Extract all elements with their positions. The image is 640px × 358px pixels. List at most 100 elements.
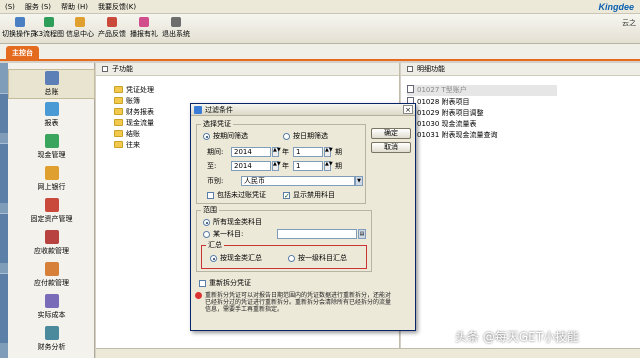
close-button[interactable]: × (403, 105, 413, 114)
detail-item-schedule-adjust[interactable]: 01029 附表项目调整 (407, 108, 484, 119)
nav-payables[interactable]: 应付款管理 (8, 261, 95, 291)
by-cash-account-radio[interactable] (210, 255, 217, 262)
cancel-button[interactable]: 取消 (371, 142, 411, 153)
dialog-title: 过滤条件 (205, 106, 233, 114)
account-field[interactable] (277, 229, 357, 239)
to-label: 至: (207, 162, 217, 170)
menu-bar: (S) 服务 (S) 帮助 (H) 我要反馈(K) Kingdee (0, 0, 640, 14)
vertical-tab[interactable] (0, 93, 8, 133)
from-period-field[interactable]: 1 (293, 147, 323, 157)
chevron-down-icon[interactable]: ▼ (355, 176, 363, 186)
switch-operator-button[interactable]: 切换操作员 (2, 16, 37, 42)
kingdee-logo: Kingdee (598, 2, 634, 12)
nav-label: 报表 (44, 119, 59, 127)
module-sidebar: 总账 报表 现金管理 网上银行 固定资产管理 应收款管理 应付款管理 实际成本 … (8, 63, 95, 358)
nav-actual-cost[interactable]: 实际成本 (8, 293, 95, 323)
all-cash-accounts-radio[interactable] (203, 219, 210, 226)
detail-item-t-account[interactable]: 01027 T型账户 (407, 85, 557, 96)
nav-fixed-assets[interactable]: 固定资产管理 (8, 197, 95, 227)
to-period-field[interactable]: 1 (293, 161, 323, 171)
nav-label: 财务分析 (37, 343, 66, 351)
tree-item-close[interactable]: 结账 (114, 129, 140, 140)
nav-general-ledger[interactable]: 总账 (8, 69, 95, 99)
tree-item-transactions[interactable]: 往来 (114, 140, 140, 151)
tree-item-voucher[interactable]: 凭证处理 (114, 85, 154, 96)
analysis-icon (44, 326, 59, 340)
menu-item-s[interactable]: (S) (0, 3, 20, 11)
exit-system-button[interactable]: 退出系统 (162, 16, 190, 42)
nav-label: 现金管理 (37, 151, 66, 159)
detail-item-cash-flow-query[interactable]: 01031 附表现金流量查询 (407, 130, 498, 141)
currency-select[interactable]: 人民币 (241, 176, 355, 186)
flowchart-icon (44, 17, 55, 27)
ledger-icon (44, 71, 59, 85)
k3-flowchart-button[interactable]: K3流程图 (34, 16, 64, 42)
nav-cash-management[interactable]: 现金管理 (8, 133, 95, 163)
report-icon (44, 102, 59, 116)
collapse-icon[interactable] (102, 66, 108, 72)
detail-item-schedule[interactable]: 01028 附表项目 (407, 97, 470, 108)
by-period-radio[interactable] (203, 133, 210, 140)
vertical-tab[interactable] (0, 273, 8, 343)
tab-main-console[interactable]: 主控台 (6, 46, 39, 61)
all-cash-accounts-label: 所有现金类科目 (213, 218, 262, 226)
product-feedback-button[interactable]: 产品反馈 (98, 16, 126, 42)
tree-label: 结账 (126, 130, 140, 138)
nav-label: 固定资产管理 (30, 215, 73, 223)
to-year-field[interactable]: 2014 (231, 161, 271, 171)
lookup-icon[interactable]: ▤ (358, 229, 366, 239)
tree-label: 凭证处理 (126, 86, 154, 94)
broadcast-gift-button[interactable]: 播报有礼 (130, 16, 158, 42)
tree-item-cash-flow[interactable]: 现金流量 (114, 118, 154, 129)
by-date-radio[interactable] (283, 133, 290, 140)
dialog-title-bar[interactable]: 过滤条件 × (191, 104, 415, 116)
summary-group: 汇总 按现金类汇总 按一级科目汇总 (201, 240, 367, 269)
by-level1-label: 按一级科目汇总 (298, 254, 347, 262)
filter-icon (194, 106, 202, 114)
by-level1-radio[interactable] (288, 255, 295, 262)
to-period-spinner[interactable]: ▲▼ (324, 161, 333, 171)
tree-item-financial-report[interactable]: 财务报表 (114, 107, 154, 118)
detail-function-header: 明细功能 (401, 63, 640, 76)
ok-button[interactable]: 确定 (371, 128, 411, 139)
reset-split-checkbox[interactable] (199, 280, 206, 287)
show-disabled-checkbox[interactable]: ✓ (283, 192, 290, 200)
user-icon (14, 17, 25, 27)
to-year-spinner[interactable]: ▲▼ (272, 161, 281, 171)
tree-item-ledger[interactable]: 账簿 (114, 96, 140, 107)
asset-icon (44, 198, 59, 212)
info-center-label: 信息中心 (66, 30, 94, 38)
from-year-spinner[interactable]: ▲▼ (272, 147, 281, 157)
menu-item-feedback[interactable]: 我要反馈(K) (93, 2, 141, 12)
include-unposted-checkbox[interactable] (207, 192, 214, 199)
folder-icon (114, 97, 123, 104)
folder-icon (114, 130, 123, 137)
note-text: 重新拆分凭证可以对报告日期范围内的凭证数据进行重新拆分，还能对已经拆分过的凭证进… (205, 292, 392, 313)
currency-label: 币别: (207, 177, 224, 185)
vertical-tab[interactable] (0, 213, 8, 263)
detail-item-cash-flow-statement[interactable]: 01030 现金流量表 (407, 119, 477, 130)
nav-reports[interactable]: 报表 (8, 101, 95, 131)
exit-system-label: 退出系统 (162, 30, 190, 38)
info-icon (75, 17, 85, 27)
nav-receivables[interactable]: 应收款管理 (8, 229, 95, 259)
menu-item-help[interactable]: 帮助 (H) (56, 2, 93, 12)
year-unit: 年 (282, 162, 289, 170)
from-year-field[interactable]: 2014 (231, 147, 271, 157)
from-period-spinner[interactable]: ▲▼ (324, 147, 333, 157)
bank-icon (44, 166, 59, 180)
period-label: 期间: (207, 148, 224, 156)
include-unposted-label: 包括未过账凭证 (217, 191, 266, 199)
info-center-button[interactable]: 信息中心 (66, 16, 94, 42)
cost-icon (44, 294, 59, 308)
show-disabled-label: 显示禁用科目 (293, 191, 335, 199)
menu-item-service[interactable]: 服务 (S) (20, 2, 56, 12)
note-area: 重新拆分凭证可以对报告日期范围内的凭证数据进行重新拆分，还能对已经拆分过的凭证进… (195, 292, 395, 340)
collapse-icon[interactable] (407, 66, 413, 72)
nav-financial-analysis[interactable]: 财务分析 (8, 325, 95, 355)
one-account-radio[interactable] (203, 231, 210, 238)
nav-online-bank[interactable]: 网上银行 (8, 165, 95, 195)
gift-icon (139, 17, 149, 27)
vertical-tab[interactable] (0, 143, 8, 203)
by-cash-account-label: 按现金类汇总 (220, 254, 262, 262)
